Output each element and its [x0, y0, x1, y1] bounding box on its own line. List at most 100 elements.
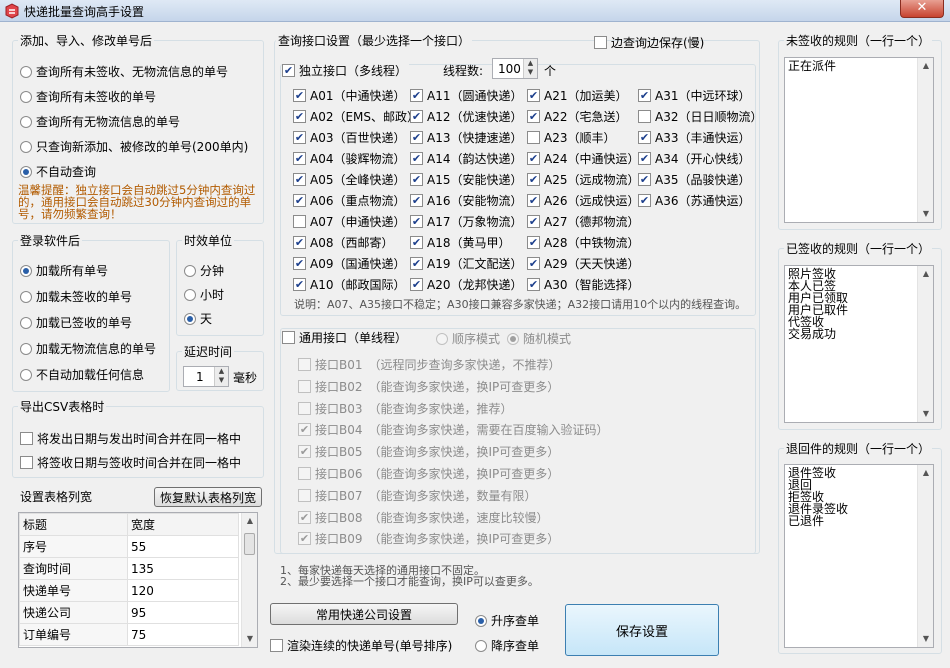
add-option-radio[interactable]: 只查询新添加、被修改的单号(200单内): [20, 138, 248, 155]
api-checkbox[interactable]: ✔ A03（百世快递）: [293, 129, 405, 146]
unsigned-rules-textarea[interactable]: 正在派件 ▲ ▼: [784, 57, 934, 223]
checkbox-box[interactable]: ✔: [527, 152, 540, 165]
api-checkbox[interactable]: ✔ A18（黄马甲）: [410, 234, 510, 251]
scroll-down-icon[interactable]: ▼: [918, 631, 934, 647]
checkbox-box[interactable]: ✔: [638, 194, 651, 207]
close-button[interactable]: ✕: [900, 0, 944, 18]
time-unit-radio[interactable]: 小时: [184, 286, 224, 303]
spinner-arrows[interactable]: ▲ ▼: [214, 367, 228, 386]
add-option-radio[interactable]: 查询所有未签收的单号: [20, 88, 156, 105]
desc-radio[interactable]: 降序查单: [475, 637, 539, 654]
spinner-arrows[interactable]: ▲ ▼: [523, 59, 537, 78]
checkbox-box[interactable]: ✔: [410, 110, 423, 123]
radio-circle[interactable]: [20, 290, 32, 303]
textarea-scrollbar[interactable]: ▲ ▼: [917, 58, 933, 222]
column-width-grid[interactable]: 标题 宽度 序号 55 查询时间 135 快递单号 120 快递公司 95 订单编号 75 ▲ ▼: [18, 512, 258, 648]
radio-circle[interactable]: [20, 342, 32, 355]
asc-radio[interactable]: 升序查单: [475, 612, 539, 629]
table-row[interactable]: 快递单号 120: [19, 579, 239, 602]
reset-column-width-button[interactable]: 恢复默认表格列宽: [154, 487, 262, 507]
checkbox-box[interactable]: ✔: [527, 110, 540, 123]
common-courier-button[interactable]: 常用快递公司设置: [270, 603, 458, 625]
api-checkbox[interactable]: ✔ A21（加运美）: [527, 87, 627, 104]
api-checkbox[interactable]: A07（申通快递）: [293, 213, 405, 230]
scroll-up-icon[interactable]: ▲: [918, 58, 934, 74]
csv-option-checkbox[interactable]: 将发出日期与发出时间合并在同一格中: [20, 430, 241, 447]
add-option-radio[interactable]: 不自动查询: [20, 163, 96, 180]
checkbox-box[interactable]: ✔: [638, 152, 651, 165]
checkbox-box[interactable]: ✔: [638, 131, 651, 144]
api-checkbox[interactable]: ✔ A33（丰通快运）: [638, 129, 750, 146]
radio-circle[interactable]: [20, 65, 32, 78]
checkbox-box[interactable]: ✔: [638, 89, 651, 102]
checkbox-box[interactable]: ✔: [410, 173, 423, 186]
column-width-cell[interactable]: 55: [127, 535, 239, 558]
column-width-cell[interactable]: 95: [127, 601, 239, 624]
api-checkbox[interactable]: ✔ A19（汇文配送）: [410, 255, 522, 272]
checkbox-box[interactable]: ✔: [527, 173, 540, 186]
independent-checkbox[interactable]: ✔ 独立接口（多线程）: [282, 62, 410, 79]
api-checkbox[interactable]: ✔ A25（远成物流）: [527, 171, 639, 188]
api-checkbox[interactable]: ✔ A05（全峰快递）: [293, 171, 405, 188]
api-checkbox[interactable]: ✔ A01（中通快递）: [293, 87, 405, 104]
scroll-up-icon[interactable]: ▲: [242, 513, 257, 529]
checkbox-box[interactable]: ✔: [410, 131, 423, 144]
checkbox-box[interactable]: [527, 131, 540, 144]
scroll-thumb[interactable]: [244, 533, 255, 555]
api-checkbox[interactable]: ✔ A35（品骏快递）: [638, 171, 750, 188]
checkbox-box[interactable]: ✔: [293, 131, 306, 144]
api-checkbox[interactable]: ✔ A15（安能快递）: [410, 171, 522, 188]
api-checkbox[interactable]: ✔ A30（智能选择）: [527, 276, 639, 293]
checkbox-box[interactable]: ✔: [293, 236, 306, 249]
radio-circle[interactable]: [475, 639, 487, 652]
api-checkbox[interactable]: ✔ A31（中远环球）: [638, 87, 750, 104]
checkbox-box[interactable]: [594, 36, 607, 49]
api-checkbox[interactable]: ✔ A34（开心快线）: [638, 150, 750, 167]
checkbox-box[interactable]: ✔: [410, 215, 423, 228]
column-width-cell[interactable]: 135: [127, 557, 239, 580]
column-width-cell[interactable]: 75: [127, 623, 239, 646]
column-width-cell[interactable]: 120: [127, 579, 239, 602]
api-checkbox[interactable]: ✔ A11（圆通快递）: [410, 87, 522, 104]
api-checkbox[interactable]: A32（日日顺物流）: [638, 108, 762, 125]
api-checkbox[interactable]: ✔ A28（中铁物流）: [527, 234, 639, 251]
mode-random-radio[interactable]: 随机模式: [507, 330, 571, 347]
thread-spinner[interactable]: 100 ▲ ▼: [492, 58, 538, 79]
checkbox-box[interactable]: ✔: [298, 423, 311, 437]
radio-circle[interactable]: [20, 368, 32, 381]
scroll-down-icon[interactable]: ▼: [918, 206, 934, 222]
api-checkbox[interactable]: ✔ A26（远成快运）: [527, 192, 639, 209]
scroll-up-icon[interactable]: ▲: [918, 465, 934, 481]
checkbox-box[interactable]: ✔: [293, 257, 306, 270]
table-row[interactable]: 查询时间 135: [19, 557, 239, 580]
csv-option-checkbox[interactable]: 将签收日期与签收时间合并在同一格中: [20, 454, 241, 471]
checkbox-box[interactable]: [298, 358, 311, 371]
general-api-checkbox[interactable]: ✔ 接口B05 （能查询多家快递，换IP可查更多）: [298, 443, 559, 460]
radio-circle[interactable]: [507, 332, 519, 345]
api-checkbox[interactable]: ✔ A04（骏辉物流）: [293, 150, 405, 167]
login-option-radio[interactable]: 加载未签收的单号: [20, 288, 132, 305]
checkbox-box[interactable]: [282, 331, 295, 344]
checkbox-box[interactable]: ✔: [410, 194, 423, 207]
table-row[interactable]: 序号 55: [19, 535, 239, 558]
radio-circle[interactable]: [475, 614, 487, 627]
checkbox-box[interactable]: [298, 488, 311, 502]
grid-scrollbar[interactable]: ▲ ▼: [241, 513, 257, 647]
api-checkbox[interactable]: ✔ A10（邮政国际）: [293, 276, 405, 293]
checkbox-box[interactable]: ✔: [527, 89, 540, 102]
general-api-checkbox[interactable]: 接口B07 （能查询多家快递，数量有限）: [298, 487, 537, 504]
general-checkbox[interactable]: 通用接口（单线程）: [282, 329, 410, 346]
general-api-checkbox[interactable]: ✔ 接口B04 （能查询多家快递，需要在百度输入验证码）: [298, 421, 609, 438]
checkbox-box[interactable]: ✔: [298, 445, 311, 459]
checkbox-box[interactable]: ✔: [527, 278, 540, 291]
api-checkbox[interactable]: ✔ A09（国通快递）: [293, 255, 405, 272]
checkbox-box[interactable]: ✔: [293, 89, 306, 102]
checkbox-box[interactable]: ✔: [293, 194, 306, 207]
checkbox-box[interactable]: ✔: [298, 510, 311, 524]
api-checkbox[interactable]: ✔ A36（苏通快运）: [638, 192, 750, 209]
api-checkbox[interactable]: ✔ A27（德邦物流）: [527, 213, 639, 230]
radio-circle[interactable]: [20, 316, 32, 329]
login-option-radio[interactable]: 加载已签收的单号: [20, 314, 132, 331]
delay-spinner[interactable]: 1 ▲ ▼: [183, 366, 229, 387]
login-option-radio[interactable]: 加载所有单号: [20, 262, 108, 279]
